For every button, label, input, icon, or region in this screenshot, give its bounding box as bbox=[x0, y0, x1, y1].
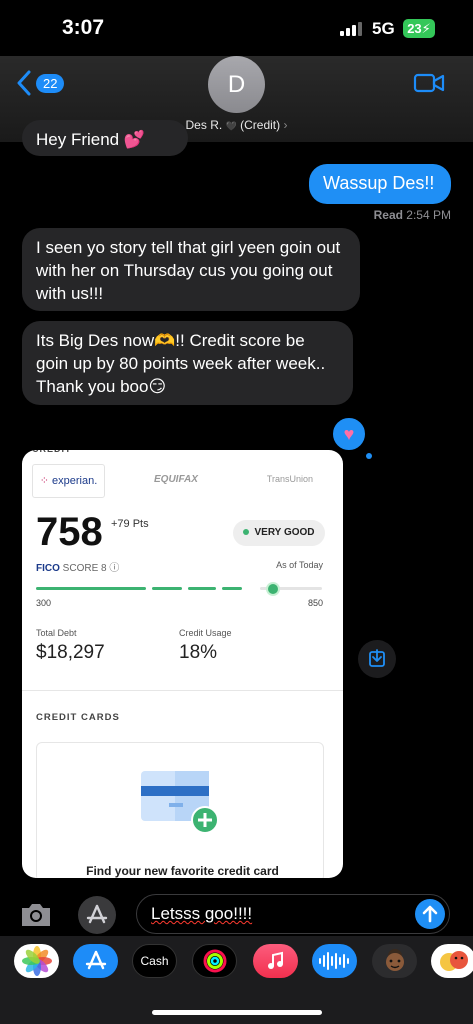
score-knob bbox=[266, 582, 281, 596]
tapback-heart[interactable]: ♥ bbox=[331, 416, 367, 452]
memoji-app[interactable] bbox=[372, 944, 417, 978]
chevron-left-icon bbox=[17, 70, 31, 96]
apps-button[interactable] bbox=[78, 896, 116, 934]
cellular-signal-icon bbox=[340, 22, 362, 36]
activity-rings-icon bbox=[203, 949, 226, 973]
photos-icon bbox=[21, 946, 52, 976]
message-bubble-received[interactable]: Its Big Des now🫶!! Credit score be goin … bbox=[22, 321, 353, 405]
credit-card-promo bbox=[36, 742, 324, 878]
points-change: +79 Pts bbox=[111, 518, 149, 530]
range-min: 300 bbox=[36, 598, 52, 608]
unread-count-badge: 22 bbox=[36, 73, 65, 93]
total-debt-value: $18,297 bbox=[36, 642, 105, 663]
read-label: Read bbox=[373, 208, 403, 222]
cropped-header-text: CREDIT bbox=[32, 450, 72, 454]
battery-icon: 23⚡ bbox=[403, 19, 435, 38]
music-app[interactable] bbox=[253, 944, 298, 978]
home-indicator[interactable] bbox=[152, 1010, 322, 1015]
message-input[interactable]: Letsss goo!!!! bbox=[136, 894, 450, 934]
app-store-app[interactable] bbox=[73, 944, 118, 978]
facetime-video-icon[interactable] bbox=[413, 72, 445, 94]
info-icon: ⓘ bbox=[109, 563, 120, 574]
arrow-up-icon bbox=[422, 905, 438, 923]
message-input-text: Letsss goo!!!! bbox=[151, 904, 253, 923]
divider bbox=[22, 690, 343, 691]
status-bar: 3:07 5G 23⚡ bbox=[0, 0, 473, 56]
as-of-date: As of Today bbox=[276, 560, 323, 570]
bureau-experian: ⁘ experian. bbox=[32, 464, 105, 498]
share-button[interactable] bbox=[358, 640, 396, 678]
battery-level: 23 bbox=[407, 21, 422, 36]
credit-usage-value: 18% bbox=[179, 642, 218, 663]
range-max: 850 bbox=[307, 598, 323, 608]
contact-suffix: (Credit) bbox=[240, 118, 281, 132]
contact-name-text: Des R. bbox=[185, 118, 223, 132]
chevron-right-icon: › bbox=[283, 118, 288, 132]
waveform-icon bbox=[318, 952, 349, 970]
contact-avatar[interactable]: D bbox=[208, 56, 265, 113]
bureau-equifax: EQUIFAX bbox=[154, 474, 198, 485]
status-time: 3:07 bbox=[62, 16, 105, 39]
memoji-icon bbox=[385, 949, 404, 971]
image-attachment-credit-score[interactable]: CREDIT ⁘ experian. EQUIFAX TransUnion 75… bbox=[22, 450, 343, 878]
memoji-stickers-app[interactable] bbox=[431, 944, 473, 978]
app-store-icon bbox=[85, 950, 106, 970]
score-range-bar bbox=[36, 582, 322, 596]
tapback-tail bbox=[366, 453, 372, 459]
find-card-text: Find your new favorite credit card bbox=[86, 864, 279, 878]
total-debt-label: Total Debt bbox=[36, 628, 77, 638]
music-note-icon bbox=[267, 951, 283, 969]
app-store-icon bbox=[86, 904, 108, 924]
heart-icon: ♥ bbox=[343, 424, 355, 444]
bureau-transunion: TransUnion bbox=[266, 474, 313, 484]
fico-label: FICO SCORE 8 ⓘ bbox=[36, 563, 120, 574]
rating-badge: VERY GOOD bbox=[233, 520, 325, 546]
message-bubble-received[interactable]: Hey Friend 💕 bbox=[22, 120, 188, 156]
save-download-icon bbox=[369, 649, 385, 667]
message-bubble-sent[interactable]: Wassup Des!! bbox=[309, 164, 451, 204]
photos-app[interactable] bbox=[14, 944, 59, 978]
read-receipt: Read 2:54 PM bbox=[374, 208, 451, 222]
message-bubble-received[interactable]: I seen yo story tell that girl yeen goin… bbox=[22, 228, 360, 311]
audio-message-app[interactable] bbox=[312, 944, 357, 978]
read-time: 2:54 PM bbox=[406, 208, 451, 222]
black-heart-icon: 🖤 bbox=[225, 121, 237, 131]
apple-cash-app[interactable]: Cash bbox=[132, 944, 177, 978]
activity-app[interactable] bbox=[192, 944, 237, 978]
hearts-emoji: 💕 bbox=[123, 130, 146, 149]
bureau-tabs: ⁘ experian. EQUIFAX TransUnion bbox=[32, 464, 333, 498]
green-dot-icon bbox=[243, 529, 250, 536]
send-button[interactable] bbox=[415, 899, 445, 929]
credit-score: 758 bbox=[36, 510, 103, 554]
credit-card-icon bbox=[141, 771, 219, 834]
network-type: 5G bbox=[372, 19, 395, 38]
credit-cards-heading: CREDIT CARDS bbox=[36, 712, 120, 723]
camera-icon[interactable] bbox=[18, 896, 54, 932]
credit-usage-label: Credit Usage bbox=[179, 628, 232, 638]
memoji-stickers-icon bbox=[439, 951, 468, 971]
back-button[interactable]: 22 bbox=[16, 70, 65, 96]
